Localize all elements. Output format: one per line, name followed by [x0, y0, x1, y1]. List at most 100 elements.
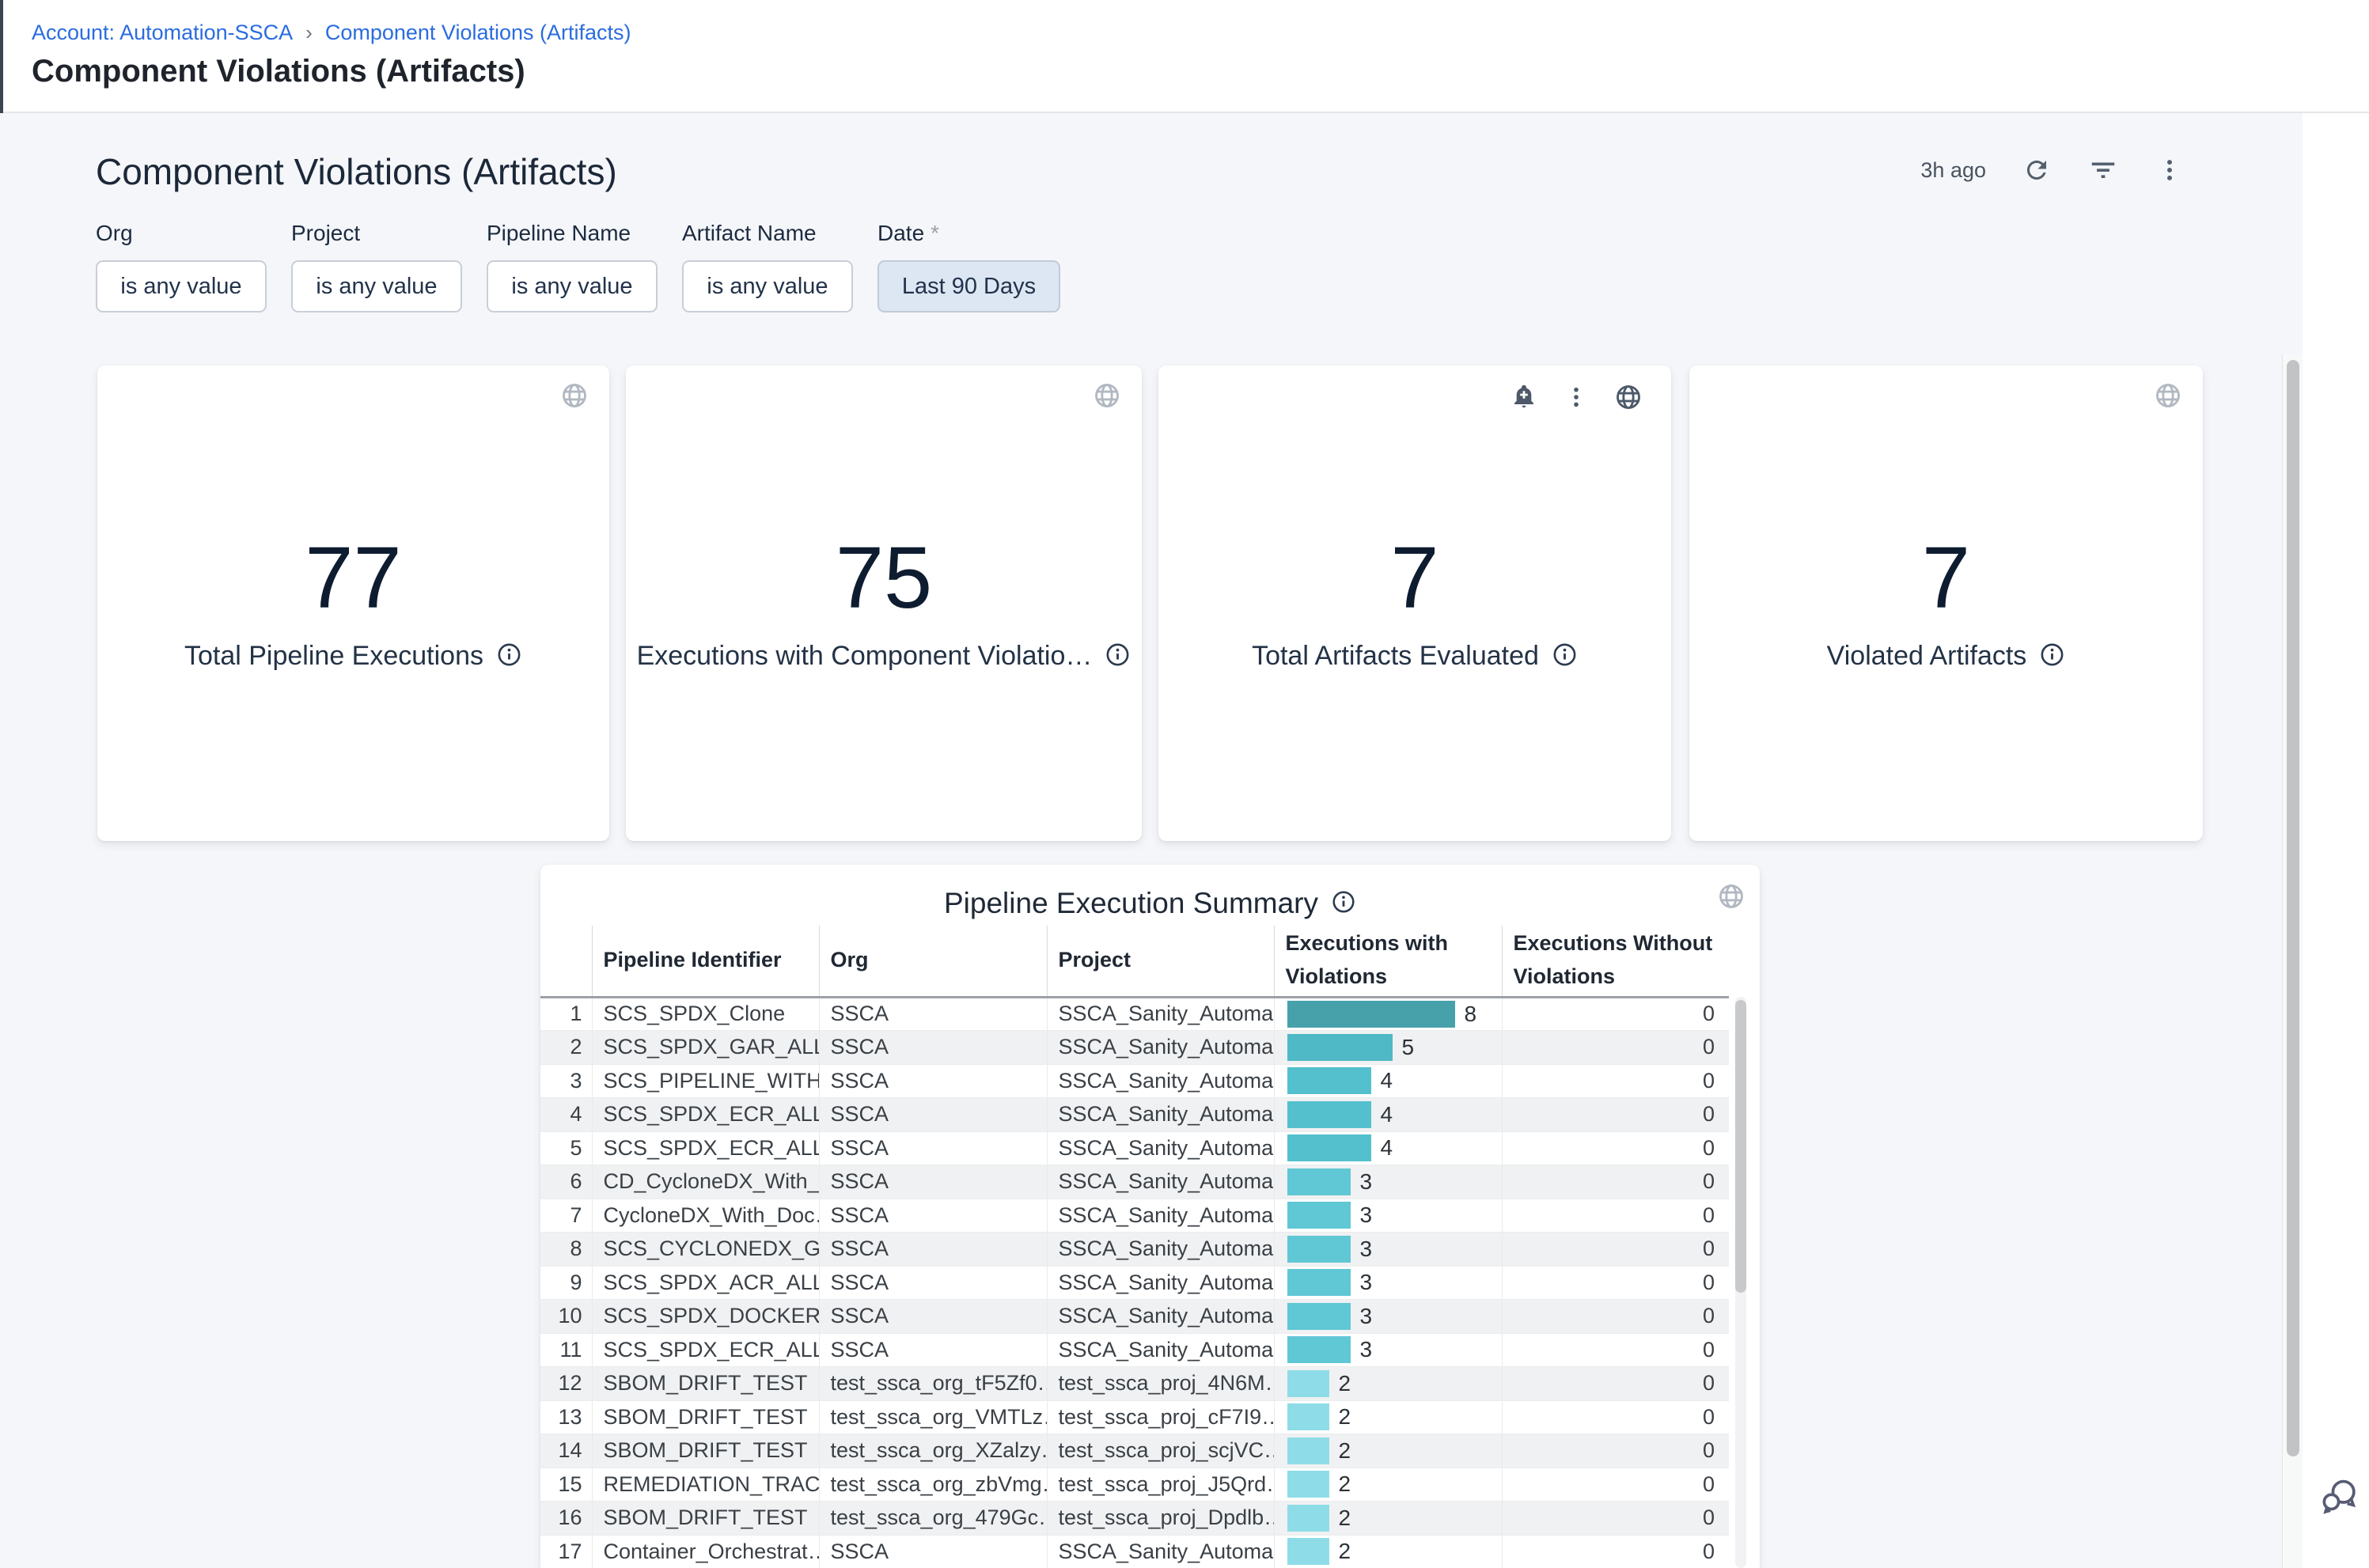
executions-without-violations-cell[interactable]: 0: [1502, 1434, 1729, 1468]
executions-with-violations-cell[interactable]: 2: [1274, 1400, 1502, 1434]
executions-without-violations-cell[interactable]: 0: [1502, 1098, 1729, 1132]
executions-without-violations-cell[interactable]: 0: [1502, 1535, 1729, 1568]
column-header-executions-with[interactable]: Executions with Violations: [1274, 926, 1502, 997]
pipeline-identifier-cell[interactable]: SBOM_DRIFT_TEST: [592, 1367, 819, 1401]
project-cell[interactable]: test_ssca_proj_J5Qrd…: [1047, 1468, 1274, 1502]
executions-without-violations-cell[interactable]: 0: [1502, 1300, 1729, 1334]
dashboard-menu-button[interactable]: [2154, 154, 2185, 186]
executions-with-violations-cell[interactable]: 4: [1274, 1131, 1502, 1165]
org-cell[interactable]: SSCA: [819, 1233, 1047, 1267]
dashboard-filters-button[interactable]: [2087, 154, 2119, 186]
pipeline-identifier-cell[interactable]: SCS_SPDX_GAR_ALL…: [592, 1031, 819, 1065]
org-cell[interactable]: SSCA: [819, 1333, 1047, 1367]
pipeline-identifier-cell[interactable]: SCS_SPDX_ACR_ALL…: [592, 1266, 819, 1300]
filter-value-chip-org[interactable]: is any value: [96, 260, 267, 312]
filter-value-chip-date[interactable]: Last 90 Days: [877, 260, 1060, 312]
pipeline-identifier-cell[interactable]: REMEDIATION_TRAC…: [592, 1468, 819, 1502]
pipeline-identifier-cell[interactable]: SCS_CYCLONEDX_GA…: [592, 1233, 819, 1267]
breadcrumb-account-link[interactable]: Account: Automation-SSCA: [32, 21, 293, 45]
org-cell[interactable]: SSCA: [819, 1266, 1047, 1300]
executions-with-violations-cell[interactable]: 3: [1274, 1333, 1502, 1367]
executions-with-violations-cell[interactable]: 8: [1274, 997, 1502, 1031]
pipeline-identifier-cell[interactable]: SCS_SPDX_DOCKER_…: [592, 1300, 819, 1334]
project-cell[interactable]: SSCA_Sanity_Automa…: [1047, 1165, 1274, 1199]
executions-without-violations-cell[interactable]: 0: [1502, 1367, 1729, 1401]
pipeline-identifier-cell[interactable]: SBOM_DRIFT_TEST: [592, 1400, 819, 1434]
org-cell[interactable]: test_ssca_org_479Gc…: [819, 1502, 1047, 1536]
project-cell[interactable]: SSCA_Sanity_Automa…: [1047, 1098, 1274, 1132]
org-cell[interactable]: SSCA: [819, 997, 1047, 1031]
org-cell[interactable]: test_ssca_org_tF5Zf0…: [819, 1367, 1047, 1401]
executions-with-violations-cell[interactable]: 3: [1274, 1266, 1502, 1300]
project-cell[interactable]: SSCA_Sanity_Automa…: [1047, 1266, 1274, 1300]
executions-with-violations-cell[interactable]: 3: [1274, 1199, 1502, 1233]
column-header-pipeline-identifier[interactable]: Pipeline Identifier: [592, 926, 819, 997]
org-cell[interactable]: SSCA: [819, 1131, 1047, 1165]
org-cell[interactable]: SSCA: [819, 1031, 1047, 1065]
refresh-button[interactable]: [2021, 154, 2053, 186]
pipeline-identifier-cell[interactable]: SBOM_DRIFT_TEST: [592, 1434, 819, 1468]
info-icon[interactable]: [496, 642, 522, 672]
project-cell[interactable]: SSCA_Sanity_Automa…: [1047, 1199, 1274, 1233]
column-header-executions-without[interactable]: Executions Without Violations: [1502, 926, 1729, 997]
filter-value-chip-artifact-name[interactable]: is any value: [682, 260, 853, 312]
org-cell[interactable]: SSCA: [819, 1064, 1047, 1098]
project-cell[interactable]: test_ssca_proj_Dpdlb…: [1047, 1502, 1274, 1536]
info-icon[interactable]: [2039, 642, 2065, 672]
pipeline-identifier-cell[interactable]: SCS_SPDX_ECR_ALL_…: [592, 1098, 819, 1132]
org-cell[interactable]: test_ssca_org_VMTLz…: [819, 1400, 1047, 1434]
executions-with-violations-cell[interactable]: 2: [1274, 1367, 1502, 1401]
org-cell[interactable]: SSCA: [819, 1535, 1047, 1568]
executions-without-violations-cell[interactable]: 0: [1502, 1266, 1729, 1300]
column-header-org[interactable]: Org: [819, 926, 1047, 997]
project-cell[interactable]: SSCA_Sanity_Automa…: [1047, 1064, 1274, 1098]
executions-without-violations-cell[interactable]: 0: [1502, 1199, 1729, 1233]
executions-with-violations-cell[interactable]: 4: [1274, 1064, 1502, 1098]
org-cell[interactable]: SSCA: [819, 1199, 1047, 1233]
pipeline-identifier-cell[interactable]: SCS_SPDX_Clone: [592, 997, 819, 1031]
org-cell[interactable]: SSCA: [819, 1300, 1047, 1334]
project-cell[interactable]: test_ssca_proj_scjVC…: [1047, 1434, 1274, 1468]
executions-without-violations-cell[interactable]: 0: [1502, 1400, 1729, 1434]
pipeline-identifier-cell[interactable]: SBOM_DRIFT_TEST: [592, 1502, 819, 1536]
chat-help-icon[interactable]: [2318, 1475, 2360, 1517]
pipeline-identifier-cell[interactable]: SCS_SPDX_ECR_ALL_…: [592, 1131, 819, 1165]
project-cell[interactable]: test_ssca_proj_cF7I9…: [1047, 1400, 1274, 1434]
executions-without-violations-cell[interactable]: 0: [1502, 1468, 1729, 1502]
executions-with-violations-cell[interactable]: 2: [1274, 1434, 1502, 1468]
executions-with-violations-cell[interactable]: 2: [1274, 1468, 1502, 1502]
pipeline-identifier-cell[interactable]: SCS_SPDX_ECR_ALL_…: [592, 1333, 819, 1367]
executions-without-violations-cell[interactable]: 0: [1502, 1333, 1729, 1367]
org-cell[interactable]: SSCA: [819, 1165, 1047, 1199]
executions-without-violations-cell[interactable]: 0: [1502, 1064, 1729, 1098]
org-cell[interactable]: SSCA: [819, 1098, 1047, 1132]
pipeline-identifier-cell[interactable]: Container_Orchestrat…: [592, 1535, 819, 1568]
page-scrollbar-thumb[interactable]: [2287, 360, 2299, 1456]
page-scrollbar-track[interactable]: [2282, 354, 2303, 1568]
executions-without-violations-cell[interactable]: 0: [1502, 1233, 1729, 1267]
executions-with-violations-cell[interactable]: 3: [1274, 1165, 1502, 1199]
executions-without-violations-cell[interactable]: 0: [1502, 1502, 1729, 1536]
table-scrollbar-track[interactable]: [1735, 997, 1746, 1568]
pipeline-identifier-cell[interactable]: CD_CycloneDX_With_…: [592, 1165, 819, 1199]
executions-without-violations-cell[interactable]: 0: [1502, 1165, 1729, 1199]
info-icon[interactable]: [1552, 642, 1578, 672]
filter-value-chip-pipeline-name[interactable]: is any value: [487, 260, 658, 312]
project-cell[interactable]: SSCA_Sanity_Automa…: [1047, 1031, 1274, 1065]
executions-without-violations-cell[interactable]: 0: [1502, 997, 1729, 1031]
filter-value-chip-project[interactable]: is any value: [291, 260, 462, 312]
org-cell[interactable]: test_ssca_org_XZalzy…: [819, 1434, 1047, 1468]
info-icon[interactable]: [1105, 642, 1131, 672]
project-cell[interactable]: SSCA_Sanity_Automa…: [1047, 1233, 1274, 1267]
executions-with-violations-cell[interactable]: 3: [1274, 1300, 1502, 1334]
executions-without-violations-cell[interactable]: 0: [1502, 1031, 1729, 1065]
project-cell[interactable]: SSCA_Sanity_Automa…: [1047, 997, 1274, 1031]
project-cell[interactable]: SSCA_Sanity_Automa…: [1047, 1535, 1274, 1568]
column-header-project[interactable]: Project: [1047, 926, 1274, 997]
executions-without-violations-cell[interactable]: 0: [1502, 1131, 1729, 1165]
table-scrollbar-thumb[interactable]: [1735, 1000, 1746, 1293]
executions-with-violations-cell[interactable]: 3: [1274, 1233, 1502, 1267]
executions-with-violations-cell[interactable]: 5: [1274, 1031, 1502, 1065]
executions-with-violations-cell[interactable]: 2: [1274, 1535, 1502, 1568]
project-cell[interactable]: SSCA_Sanity_Automa…: [1047, 1300, 1274, 1334]
